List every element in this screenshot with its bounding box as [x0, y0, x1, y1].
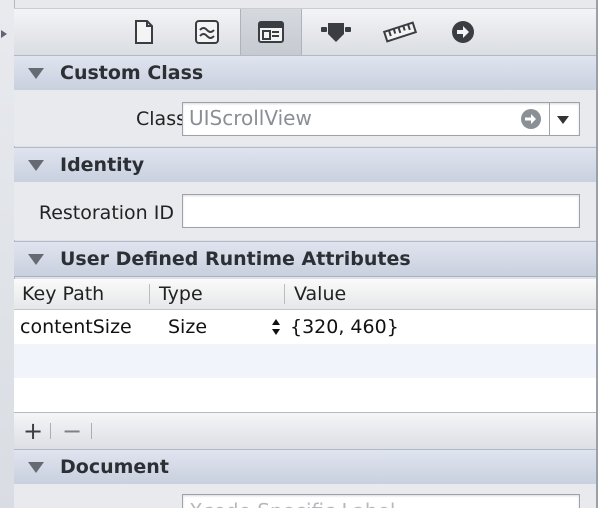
dropdown-arrow-icon[interactable]: [557, 116, 569, 124]
identity-header[interactable]: Identity: [14, 147, 596, 183]
attributes-table-footer: + −: [14, 412, 596, 449]
type-stepper-icon[interactable]: [271, 317, 281, 337]
restoration-id-field[interactable]: [182, 194, 580, 228]
key-path-cell[interactable]: contentSize: [20, 310, 132, 344]
remove-attribute-button[interactable]: −: [61, 413, 83, 449]
remove-icon: −: [61, 417, 83, 445]
attributes-inspector-icon: [321, 23, 351, 42]
class-combobox[interactable]: UIScrollView: [182, 102, 580, 136]
add-attribute-button[interactable]: +: [22, 413, 44, 449]
column-divider: [149, 284, 150, 304]
xcode-label-placeholder: Xcode Specific Label: [189, 499, 395, 508]
table-row-empty: [14, 344, 596, 378]
identity-panel: Restoration ID: [14, 182, 596, 240]
class-label: Class: [136, 108, 186, 130]
section-title: Identity: [60, 154, 145, 176]
add-icon: +: [22, 417, 44, 445]
identity-inspector-icon: [258, 21, 284, 43]
connections-inspector-tab[interactable]: [433, 9, 493, 55]
document-header[interactable]: Document: [14, 449, 596, 485]
size-inspector-tab[interactable]: [370, 9, 430, 55]
combobox-divider: [549, 103, 550, 135]
quick-help-icon: [195, 20, 219, 44]
attributes-inspector-tab[interactable]: [306, 9, 366, 55]
section-title: Custom Class: [60, 62, 204, 84]
column-value[interactable]: Value: [294, 279, 346, 309]
file-inspector-tab[interactable]: [114, 9, 174, 55]
footer-divider: [50, 423, 51, 439]
column-key-path[interactable]: Key Path: [22, 279, 104, 309]
footer-divider: [91, 423, 92, 439]
disclosure-arrow-icon[interactable]: [1, 30, 7, 38]
quick-help-tab[interactable]: [177, 9, 237, 55]
xcode-label-field[interactable]: Xcode Specific Label: [182, 494, 580, 508]
type-cell[interactable]: Size: [168, 310, 207, 344]
inspector-selector-bar: [14, 8, 596, 56]
table-row[interactable]: contentSize Size {320, 460}: [14, 310, 596, 344]
collapse-triangle-icon: [28, 461, 44, 473]
custom-class-panel: Class UIScrollView: [14, 90, 596, 146]
left-panel-edge: [0, 0, 15, 508]
collapse-triangle-icon: [28, 159, 44, 171]
runtime-attributes-header[interactable]: User Defined Runtime Attributes: [14, 241, 596, 277]
custom-class-header[interactable]: Custom Class: [14, 55, 596, 91]
column-divider: [284, 284, 285, 304]
document-panel: Xcode Specific Label: [14, 484, 596, 508]
size-inspector-icon: [382, 21, 418, 43]
class-value[interactable]: UIScrollView: [189, 106, 312, 130]
restoration-id-label: Restoration ID: [38, 202, 174, 224]
collapse-triangle-icon: [28, 253, 44, 265]
collapse-triangle-icon: [28, 67, 44, 79]
value-cell[interactable]: {320, 460}: [290, 310, 399, 344]
identity-inspector-tab[interactable]: [240, 9, 302, 55]
connections-inspector-icon: [452, 21, 474, 43]
attributes-table-header: Key Path Type Value: [14, 279, 596, 310]
column-type[interactable]: Type: [159, 279, 203, 309]
go-to-class-arrow-icon[interactable]: [520, 108, 542, 130]
table-row-empty: [14, 378, 596, 412]
section-title: Document: [60, 456, 169, 478]
file-inspector-icon: [135, 20, 153, 44]
section-title: User Defined Runtime Attributes: [60, 248, 411, 270]
